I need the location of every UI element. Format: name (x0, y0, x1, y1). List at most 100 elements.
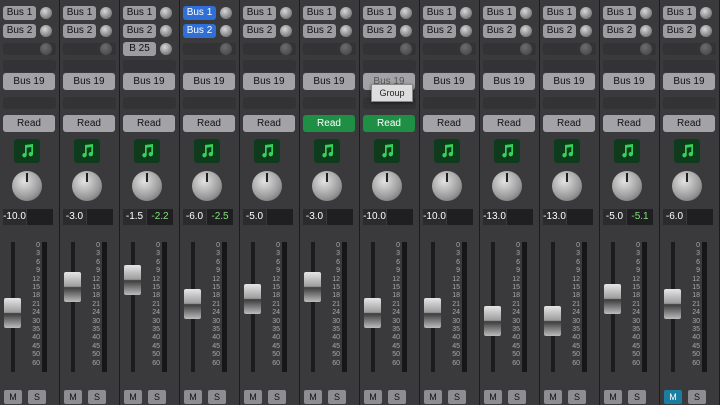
output-button[interactable]: Bus 19 (603, 73, 655, 90)
send-level-knob[interactable] (280, 43, 292, 55)
group-slot[interactable] (123, 97, 176, 109)
solo-button[interactable]: S (568, 390, 586, 404)
send-level-knob[interactable] (160, 43, 172, 55)
empty-insert-slot[interactable] (243, 60, 296, 72)
empty-insert-slot[interactable] (603, 60, 656, 72)
empty-insert-slot[interactable] (123, 60, 176, 72)
music-note-icon[interactable] (434, 139, 460, 163)
mute-button[interactable]: M (4, 390, 22, 404)
send-level-knob[interactable] (340, 43, 352, 55)
group-slot[interactable] (663, 97, 716, 109)
send-slot-2[interactable]: Bus 2 (663, 24, 696, 38)
group-slot[interactable] (303, 97, 356, 109)
send-slot-2[interactable]: Bus 2 (543, 24, 576, 38)
send-level-knob[interactable] (460, 43, 472, 55)
pan-knob[interactable] (372, 171, 402, 201)
pan-knob[interactable] (192, 171, 222, 201)
send-level-knob[interactable] (220, 43, 232, 55)
send-level-knob[interactable] (400, 7, 412, 19)
send-level-knob[interactable] (100, 7, 112, 19)
output-button[interactable]: Bus 19 (543, 73, 595, 90)
automation-mode-button[interactable]: Read (303, 115, 355, 132)
music-note-icon[interactable] (374, 139, 400, 163)
solo-button[interactable]: S (628, 390, 646, 404)
pan-knob[interactable] (252, 171, 282, 201)
send-slot-1[interactable]: Bus 1 (663, 6, 696, 20)
output-button[interactable]: Bus 19 (3, 73, 55, 90)
automation-mode-button[interactable]: Read (363, 115, 415, 132)
send-slot-2[interactable]: Bus 2 (483, 24, 516, 38)
group-slot[interactable] (423, 97, 476, 109)
mute-button[interactable]: M (364, 390, 382, 404)
group-slot[interactable] (183, 97, 236, 109)
mute-button[interactable]: M (124, 390, 142, 404)
volume-fader[interactable] (424, 298, 441, 328)
music-note-icon[interactable] (14, 139, 40, 163)
automation-mode-button[interactable]: Read (423, 115, 475, 132)
send-level-knob[interactable] (40, 25, 52, 37)
send-level-knob[interactable] (40, 43, 52, 55)
solo-button[interactable]: S (688, 390, 706, 404)
empty-insert-slot[interactable] (63, 60, 116, 72)
send-level-knob[interactable] (580, 43, 592, 55)
mute-button[interactable]: M (244, 390, 262, 404)
send-level-knob[interactable] (220, 25, 232, 37)
group-slot[interactable] (63, 97, 116, 109)
send-slot-2[interactable]: Bus 2 (3, 24, 36, 38)
mute-button[interactable]: M (484, 390, 502, 404)
automation-mode-button[interactable]: Read (663, 115, 715, 132)
send-level-knob[interactable] (580, 7, 592, 19)
pan-knob[interactable] (492, 171, 522, 201)
volume-fader[interactable] (664, 289, 681, 319)
volume-fader[interactable] (604, 284, 621, 314)
group-slot[interactable] (543, 97, 596, 109)
solo-button[interactable]: S (208, 390, 226, 404)
send-level-knob[interactable] (400, 25, 412, 37)
send-level-knob[interactable] (700, 43, 712, 55)
music-note-icon[interactable] (674, 139, 700, 163)
output-button[interactable]: Bus 19 (123, 73, 175, 90)
mute-button[interactable]: M (604, 390, 622, 404)
send-level-knob[interactable] (340, 25, 352, 37)
send-level-knob[interactable] (280, 25, 292, 37)
send-level-knob[interactable] (640, 25, 652, 37)
pan-knob[interactable] (12, 171, 42, 201)
pan-knob[interactable] (72, 171, 102, 201)
send-level-knob[interactable] (220, 7, 232, 19)
send-level-knob[interactable] (700, 25, 712, 37)
output-button[interactable]: Bus 19 (423, 73, 475, 90)
mute-button[interactable]: M (304, 390, 322, 404)
send-level-knob[interactable] (520, 43, 532, 55)
send-slot-1[interactable]: Bus 1 (63, 6, 96, 20)
send-slot-2[interactable]: Bus 2 (423, 24, 456, 38)
mute-button[interactable]: M (424, 390, 442, 404)
volume-fader[interactable] (124, 265, 141, 295)
automation-mode-button[interactable]: Read (63, 115, 115, 132)
solo-button[interactable]: S (148, 390, 166, 404)
send-level-knob[interactable] (640, 43, 652, 55)
empty-insert-slot[interactable] (543, 60, 596, 72)
music-note-icon[interactable] (74, 139, 100, 163)
group-slot[interactable] (483, 97, 536, 109)
send-level-knob[interactable] (580, 25, 592, 37)
output-button[interactable]: Bus 19 (483, 73, 535, 90)
send-slot-2[interactable]: Bus 2 (243, 24, 276, 38)
send-level-knob[interactable] (520, 25, 532, 37)
send-level-knob[interactable] (460, 25, 472, 37)
empty-insert-slot[interactable] (303, 60, 356, 72)
volume-fader[interactable] (364, 298, 381, 328)
mute-button[interactable]: M (664, 390, 682, 404)
send-slot-1[interactable]: Bus 1 (603, 6, 636, 20)
pan-knob[interactable] (132, 171, 162, 201)
solo-button[interactable]: S (28, 390, 46, 404)
send-slot-2[interactable]: Bus 2 (123, 24, 156, 38)
solo-button[interactable]: S (448, 390, 466, 404)
send-slot-1[interactable]: Bus 1 (303, 6, 336, 20)
mute-button[interactable]: M (64, 390, 82, 404)
output-button[interactable]: Bus 19 (63, 73, 115, 90)
automation-mode-button[interactable]: Read (3, 115, 55, 132)
send-slot-2[interactable]: Bus 2 (603, 24, 636, 38)
send-level-knob[interactable] (640, 7, 652, 19)
music-note-icon[interactable] (554, 139, 580, 163)
send-level-knob[interactable] (340, 7, 352, 19)
